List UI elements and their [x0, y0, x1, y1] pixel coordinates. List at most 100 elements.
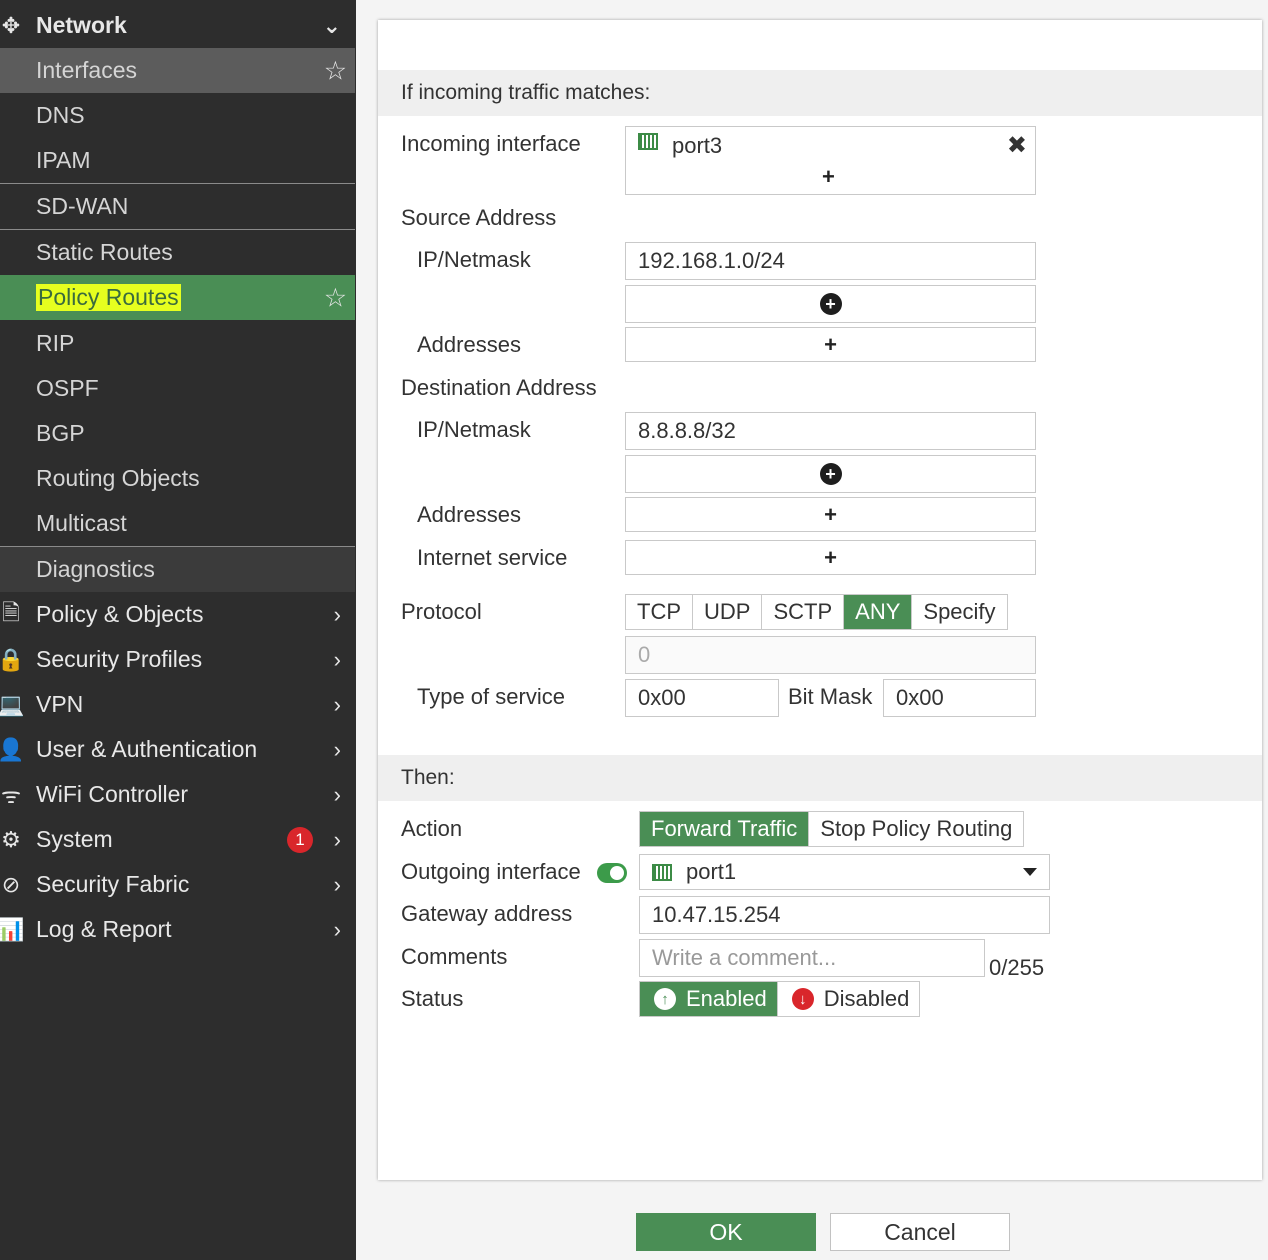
protocol-any-option[interactable]: ANY — [844, 595, 913, 629]
sidebar-item-multicast[interactable]: Multicast — [0, 501, 355, 546]
status-selector: ↑ Enabled ↓ Disabled — [639, 981, 921, 1017]
sidebar-item-label: Static Routes — [36, 239, 173, 265]
protocol-tcp-option[interactable]: TCP — [626, 595, 693, 629]
gear-icon: ⚙ — [1, 826, 21, 852]
chevron-right-icon: › — [333, 736, 341, 762]
sidebar-item-ospf[interactable]: OSPF — [0, 366, 355, 411]
user-icon: 👤 — [0, 736, 25, 762]
port-icon — [638, 133, 658, 150]
sidebar-item-dns[interactable]: DNS — [0, 93, 355, 138]
laptop-icon: 💻 — [0, 691, 25, 717]
sidebar-item-label: DNS — [36, 102, 85, 128]
source-addresses-field[interactable]: + — [625, 327, 1036, 362]
document-icon: 🗎 — [2, 599, 20, 625]
gateway-address-label: Gateway address — [401, 901, 573, 926]
status-enabled-option[interactable]: ↑ Enabled — [640, 982, 778, 1016]
destination-add-ip-button[interactable]: + — [625, 455, 1036, 493]
chevron-right-icon: › — [333, 826, 341, 852]
sidebar-item-static-routes[interactable]: Static Routes — [0, 230, 355, 275]
action-stop-policy-routing-option[interactable]: Stop Policy Routing — [809, 812, 1024, 846]
sidebar-section-log-report[interactable]: 📊 Log & Report › — [0, 907, 355, 952]
sidebar-item-label: SD-WAN — [36, 193, 129, 219]
chevron-right-icon: › — [333, 916, 341, 942]
destination-addresses-field[interactable]: + — [625, 497, 1036, 532]
sidebar-section-vpn[interactable]: 💻 VPN › — [0, 682, 355, 727]
cancel-button[interactable]: Cancel — [830, 1213, 1010, 1251]
sidebar-network-header[interactable]: ✥ Network ⌄ — [0, 3, 355, 48]
chevron-right-icon: › — [333, 871, 341, 897]
status-disabled-option[interactable]: ↓ Disabled — [777, 982, 920, 1016]
status-label: Status — [401, 986, 464, 1011]
sidebar-section-label: Log & Report — [36, 916, 172, 942]
comments-label: Comments — [401, 944, 508, 969]
comments-char-count: 0/255 — [989, 955, 1045, 980]
chevron-right-icon: › — [333, 691, 341, 717]
wifi-icon: ᯤ — [0, 782, 22, 808]
sidebar-item-label: RIP — [36, 330, 75, 356]
source-add-ip-button[interactable]: + — [625, 285, 1036, 323]
chevron-right-icon: › — [333, 646, 341, 672]
outgoing-interface-label: Outgoing interface — [401, 859, 581, 884]
sidebar-section-label: VPN — [36, 691, 84, 717]
star-icon[interactable]: ☆ — [324, 55, 347, 86]
sidebar-item-diagnostics[interactable]: Diagnostics — [0, 547, 355, 592]
chevron-right-icon: › — [333, 601, 341, 627]
sidebar-section-label: Security Fabric — [36, 871, 190, 897]
sidebar-section-user-authentication[interactable]: 👤 User & Authentication › — [0, 727, 355, 772]
internet-service-label: Internet service — [417, 545, 568, 570]
sidebar-item-ipam[interactable]: IPAM — [0, 138, 355, 183]
port-icon — [652, 863, 672, 881]
protocol-udp-option[interactable]: UDP — [693, 595, 763, 629]
status-enabled-label: Enabled — [686, 986, 767, 1011]
fabric-icon: ⊘ — [1, 871, 21, 897]
source-ip-input[interactable]: 192.168.1.0/24 — [625, 242, 1036, 280]
sidebar-section-label: System — [36, 826, 113, 852]
sidebar-section-policy-objects[interactable]: 🗎 Policy & Objects › — [0, 592, 355, 637]
sidebar-network-label: Network — [36, 12, 127, 38]
bit-mask-input[interactable]: 0x00 — [883, 679, 1036, 717]
sidebar-item-sd-wan[interactable]: SD-WAN — [0, 184, 355, 229]
ok-button[interactable]: OK — [636, 1213, 816, 1251]
chevron-right-icon: › — [333, 781, 341, 807]
outgoing-interface-value: port1 — [686, 859, 737, 884]
match-section-header: If incoming traffic matches: — [378, 70, 1262, 116]
gateway-address-input[interactable]: 10.47.15.254 — [639, 896, 1050, 934]
incoming-interface-field[interactable]: port3 ✖ + — [625, 126, 1036, 195]
sidebar-item-policy-routes[interactable]: Policy Routes ☆ — [0, 275, 355, 320]
type-of-service-label: Type of service — [417, 684, 565, 709]
internet-service-field[interactable]: + — [625, 540, 1036, 575]
sidebar-item-interfaces[interactable]: Interfaces ☆ — [0, 48, 355, 93]
bit-mask-label: Bit Mask — [788, 684, 873, 709]
sidebar-item-rip[interactable]: RIP — [0, 321, 355, 366]
sidebar-section-label: WiFi Controller — [36, 781, 189, 807]
type-of-service-input[interactable]: 0x00 — [625, 679, 779, 717]
protocol-specify-option[interactable]: Specify — [912, 595, 1007, 629]
sidebar-item-routing-objects[interactable]: Routing Objects — [0, 456, 355, 501]
sidebar-item-label: Interfaces — [36, 57, 137, 83]
action-selector: Forward Traffic Stop Policy Routing — [639, 811, 1025, 847]
dialog-footer: OK Cancel — [356, 1200, 1268, 1260]
sidebar: ✥ Network ⌄ Interfaces ☆ DNS IPAM SD-WAN… — [0, 0, 356, 1260]
sidebar-section-security-profiles[interactable]: 🔒 Security Profiles › — [0, 637, 355, 682]
dropdown-arrow-icon — [1023, 868, 1037, 876]
protocol-number-input[interactable]: 0 — [625, 636, 1036, 674]
add-icon[interactable]: + — [822, 164, 835, 190]
sidebar-item-label: Policy Routes — [36, 284, 181, 311]
comments-textarea[interactable]: Write a comment... — [639, 939, 985, 977]
action-forward-traffic-option[interactable]: Forward Traffic — [640, 812, 810, 846]
sidebar-section-security-fabric[interactable]: ⊘ Security Fabric › — [0, 862, 355, 907]
destination-ip-input[interactable]: 8.8.8.8/32 — [625, 412, 1036, 450]
sidebar-section-wifi-controller[interactable]: ᯤ WiFi Controller › — [0, 772, 355, 817]
arrow-up-circle-icon: ↑ — [654, 988, 676, 1010]
star-icon[interactable]: ☆ — [324, 282, 347, 313]
sidebar-item-bgp[interactable]: BGP — [0, 411, 355, 456]
sidebar-section-label: Policy & Objects — [36, 601, 204, 627]
destination-addresses-label: Addresses — [417, 502, 521, 527]
status-disabled-label: Disabled — [823, 986, 910, 1011]
outgoing-interface-select[interactable]: port1 — [639, 854, 1050, 890]
sidebar-item-label: IPAM — [36, 147, 91, 173]
protocol-sctp-option[interactable]: SCTP — [762, 595, 845, 629]
outgoing-interface-toggle[interactable] — [597, 863, 627, 883]
sidebar-section-system[interactable]: ⚙ System 1 › — [0, 817, 355, 862]
close-icon[interactable]: ✖ — [1007, 131, 1027, 160]
